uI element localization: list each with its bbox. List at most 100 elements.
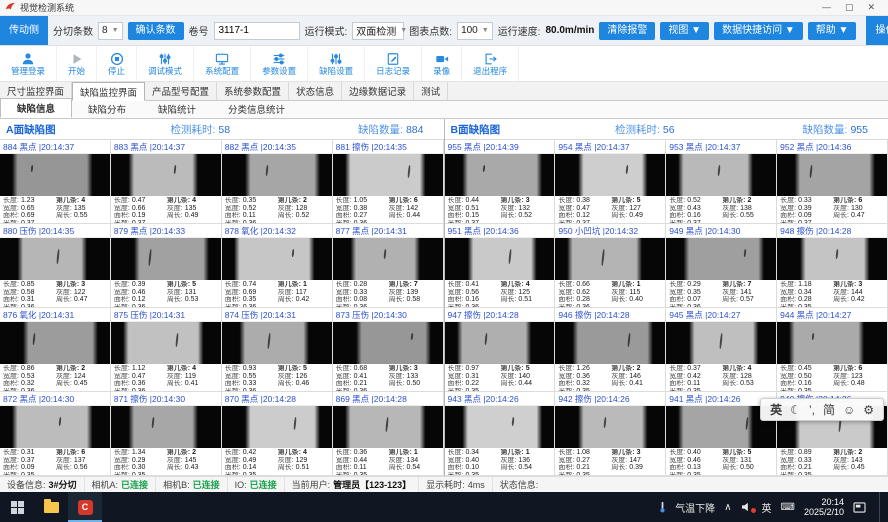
ime-moon-icon[interactable]: ☾: [790, 403, 801, 417]
operate-side-button[interactable]: 操作侧: [866, 16, 888, 45]
defect-image[interactable]: [111, 321, 221, 364]
defect-cell[interactable]: 880 压伤 |20:14:35长度:0.85宽度:0.58面积:0.31米数:…: [0, 224, 111, 308]
subtab-2[interactable]: 缺陷统计: [142, 100, 212, 118]
notification-center-icon[interactable]: [853, 502, 866, 513]
defect-image[interactable]: [666, 153, 776, 196]
ime-simplified-toggle[interactable]: 简: [823, 401, 835, 418]
defect-cell[interactable]: 882 黑点 |20:14:35长度:0.35宽度:0.52面积:0.11米数:…: [222, 140, 333, 224]
defect-image[interactable]: [111, 237, 221, 280]
defect-image[interactable]: [555, 153, 665, 196]
ime-emoji-icon[interactable]: ☺: [843, 403, 855, 417]
keyboard-icon[interactable]: ⌨: [781, 502, 795, 513]
defect-image[interactable]: [222, 237, 332, 280]
defect-image[interactable]: [0, 237, 110, 280]
defect-cell[interactable]: 871 擦伤 |20:14:30长度:1.34宽度:0.29面积:0.30米数:…: [111, 392, 222, 476]
tab-2[interactable]: 产品型号配置: [145, 82, 217, 100]
chart-points-select[interactable]: 100▼: [457, 22, 493, 40]
language-indicator[interactable]: 英: [762, 500, 772, 515]
close-button[interactable]: ✕: [867, 0, 875, 15]
volume-icon[interactable]: [741, 502, 753, 512]
defect-cell[interactable]: 955 黑点 |20:14:39长度:0.44宽度:0.51面积:0.15米数:…: [445, 140, 556, 224]
defect-cell[interactable]: 869 黑点 |20:14:28长度:0.36宽度:0.44面积:0.11米数:…: [333, 392, 444, 476]
defect-cell[interactable]: 881 擦伤 |20:14:35长度:1.05宽度:0.38面积:0.27米数:…: [333, 140, 444, 224]
defect-cell[interactable]: 946 擦伤 |20:14:28长度:1.26宽度:0.36面积:0.32米数:…: [555, 308, 666, 392]
defect-cell[interactable]: 945 黑点 |20:14:27长度:0.37宽度:0.42面积:0.11米数:…: [666, 308, 777, 392]
defect-image[interactable]: [445, 153, 555, 196]
login-button[interactable]: 管理登录: [0, 46, 57, 81]
defect-cell[interactable]: 949 黑点 |20:14:30长度:0.29宽度:0.35面积:0.07米数:…: [666, 224, 777, 308]
ime-punctuation-toggle[interactable]: ’,: [809, 403, 815, 417]
taskbar-clock[interactable]: 20:14 2025/2/10: [804, 497, 844, 517]
defect-image[interactable]: [333, 321, 443, 364]
ime-language-toggle[interactable]: 英: [770, 401, 782, 418]
defect-image[interactable]: [222, 321, 332, 364]
subtab-3[interactable]: 分类信息统计: [212, 100, 301, 118]
minimize-button[interactable]: —: [822, 0, 831, 15]
tab-5[interactable]: 边缘数据记录: [342, 82, 414, 100]
defect-cell[interactable]: 873 压伤 |20:14:30长度:0.68宽度:0.41面积:0.21米数:…: [333, 308, 444, 392]
defect-image[interactable]: [555, 321, 665, 364]
view-menu-button[interactable]: 视图 ▼: [660, 22, 709, 40]
file-explorer-button[interactable]: [34, 492, 68, 522]
inspection-app-taskbar-button[interactable]: C: [68, 492, 102, 522]
defect-cell[interactable]: 875 压伤 |20:14:31长度:1.12宽度:0.47面积:0.36米数:…: [111, 308, 222, 392]
maximize-button[interactable]: ▢: [845, 0, 854, 15]
help-menu-button[interactable]: 帮助 ▼: [808, 22, 857, 40]
defect-image[interactable]: [666, 321, 776, 364]
defect-cell[interactable]: 876 氧化 |20:14:31长度:0.86宽度:0.53面积:0.32米数:…: [0, 308, 111, 392]
start-button[interactable]: 开始: [57, 46, 97, 81]
exit-button[interactable]: 退出程序: [462, 46, 519, 81]
ime-settings-gear-icon[interactable]: ⚙: [863, 403, 874, 417]
drive-side-button[interactable]: 传动侧: [0, 16, 48, 45]
clear-alarm-button[interactable]: 清除报警: [599, 22, 655, 40]
roll-number-input[interactable]: [214, 22, 300, 40]
defect-cell[interactable]: 870 黑点 |20:14:28长度:0.42宽度:0.49面积:0.14米数:…: [222, 392, 333, 476]
defect-image[interactable]: [0, 321, 110, 364]
defect-cell[interactable]: 947 擦伤 |20:14:28长度:0.97宽度:0.31面积:0.22米数:…: [445, 308, 556, 392]
start-button[interactable]: [0, 492, 34, 522]
defect-image[interactable]: [666, 237, 776, 280]
defect-cell[interactable]: 943 黑点 |20:14:26长度:0.34宽度:0.40面积:0.10米数:…: [445, 392, 556, 476]
defect-image[interactable]: [222, 153, 332, 196]
defect-image[interactable]: [222, 405, 332, 448]
defect-image[interactable]: [111, 405, 221, 448]
defect-cell[interactable]: 944 黑点 |20:14:27长度:0.45宽度:0.50面积:0.16米数:…: [777, 308, 888, 392]
run-mode-select[interactable]: 双面检测▼: [352, 22, 404, 40]
subtab-1[interactable]: 缺陷分布: [72, 100, 142, 118]
defect-cell[interactable]: 874 压伤 |20:14:31长度:0.93宽度:0.55面积:0.33米数:…: [222, 308, 333, 392]
tab-1[interactable]: 缺陷监控界面: [72, 82, 145, 101]
defect-image[interactable]: [777, 153, 887, 196]
defect-image[interactable]: [0, 405, 110, 448]
defect-cell[interactable]: 954 黑点 |20:14:37长度:0.38宽度:0.47面积:0.12米数:…: [555, 140, 666, 224]
defect-image[interactable]: [777, 321, 887, 364]
confirm-count-button[interactable]: 确认条数: [128, 22, 184, 40]
tab-6[interactable]: 测试: [414, 82, 448, 100]
tab-3[interactable]: 系统参数配置: [217, 82, 289, 100]
defect-image[interactable]: [445, 405, 555, 448]
defect-cell[interactable]: 951 黑点 |20:14:36长度:0.41宽度:0.56面积:0.16米数:…: [445, 224, 556, 308]
stop-button[interactable]: 停止: [97, 46, 137, 81]
debug-button[interactable]: 调试模式: [137, 46, 194, 81]
defect-image[interactable]: [777, 237, 887, 280]
defect-cell[interactable]: 953 黑点 |20:14:37长度:0.52宽度:0.43面积:0.16米数:…: [666, 140, 777, 224]
defect-image[interactable]: [555, 405, 665, 448]
defect-image[interactable]: [333, 237, 443, 280]
defect-cell[interactable]: 883 黑点 |20:14:37长度:0.47宽度:0.66面积:0.19米数:…: [111, 140, 222, 224]
data-quick-access-button[interactable]: 数据快捷访问 ▼: [714, 22, 803, 40]
defect-cell[interactable]: 942 擦伤 |20:14:26长度:1.08宽度:0.27面积:0.21米数:…: [555, 392, 666, 476]
log-button[interactable]: 日志记录: [365, 46, 422, 81]
defect-image[interactable]: [445, 321, 555, 364]
tray-expand-caret[interactable]: ∧: [724, 502, 731, 513]
defect-cell[interactable]: 879 黑点 |20:14:33长度:0.39宽度:0.46面积:0.12米数:…: [111, 224, 222, 308]
slit-count-select[interactable]: 8▼: [98, 22, 123, 40]
defect-image[interactable]: [333, 153, 443, 196]
params-button[interactable]: 参数设置: [251, 46, 308, 81]
defect-cell[interactable]: 948 擦伤 |20:14:28长度:1.18宽度:0.34面积:0.28米数:…: [777, 224, 888, 308]
defect-cell[interactable]: 877 黑点 |20:14:31长度:0.28宽度:0.33面积:0.08米数:…: [333, 224, 444, 308]
defect-image[interactable]: [333, 405, 443, 448]
weather-text[interactable]: 气温下降: [675, 500, 715, 515]
record-button[interactable]: 录像: [422, 46, 462, 81]
defect-cell[interactable]: 878 氧化 |20:14:32长度:0.74宽度:0.69面积:0.35米数:…: [222, 224, 333, 308]
defect-cell[interactable]: 884 黑点 |20:14:37长度:1.23宽度:0.65面积:0.69米数:…: [0, 140, 111, 224]
defect-image[interactable]: [111, 153, 221, 196]
